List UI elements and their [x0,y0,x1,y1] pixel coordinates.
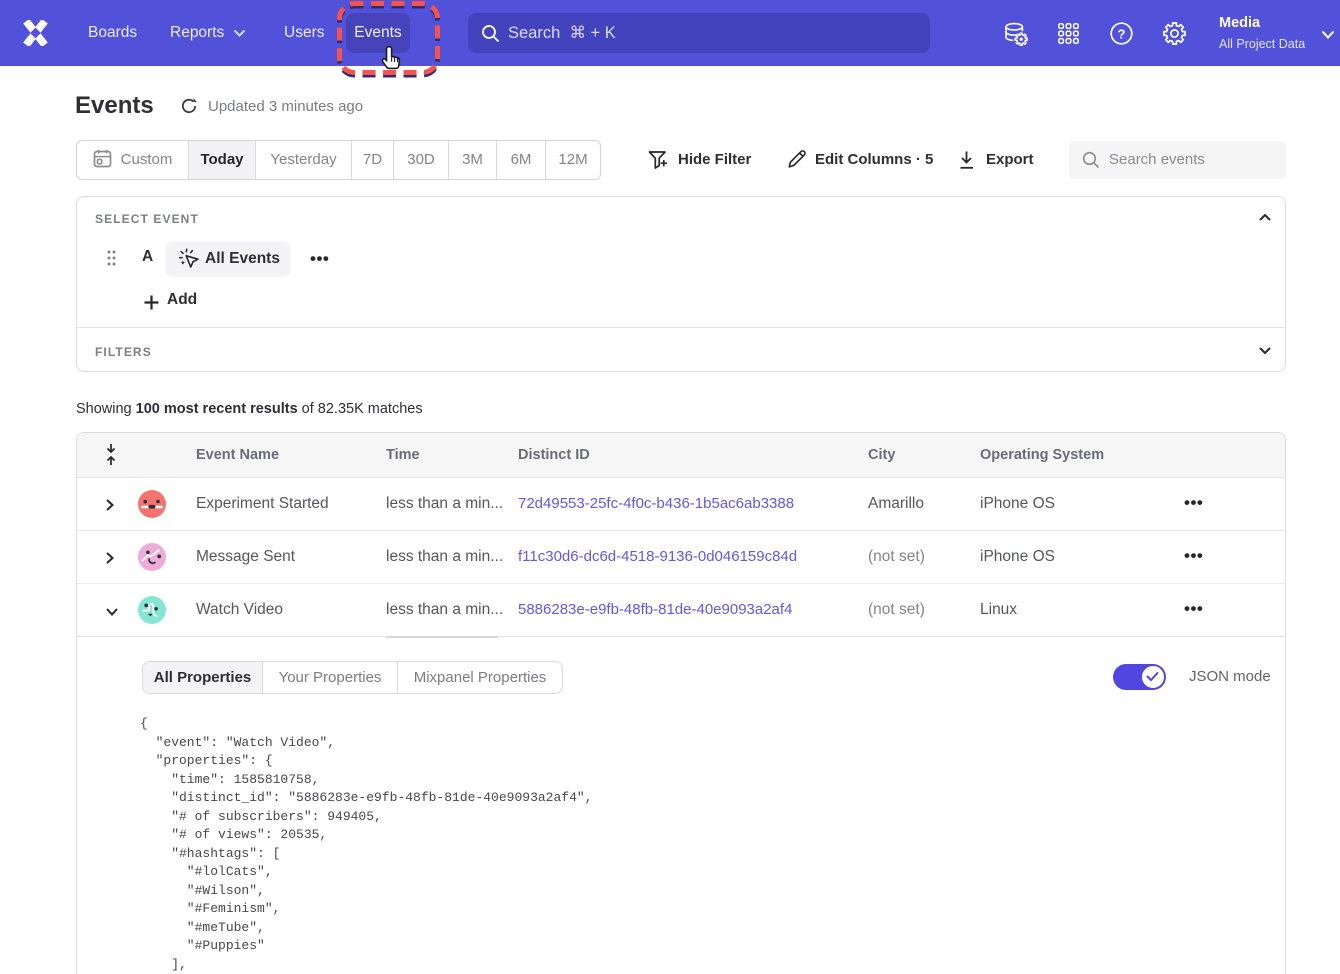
svg-text:?: ? [1118,27,1126,42]
